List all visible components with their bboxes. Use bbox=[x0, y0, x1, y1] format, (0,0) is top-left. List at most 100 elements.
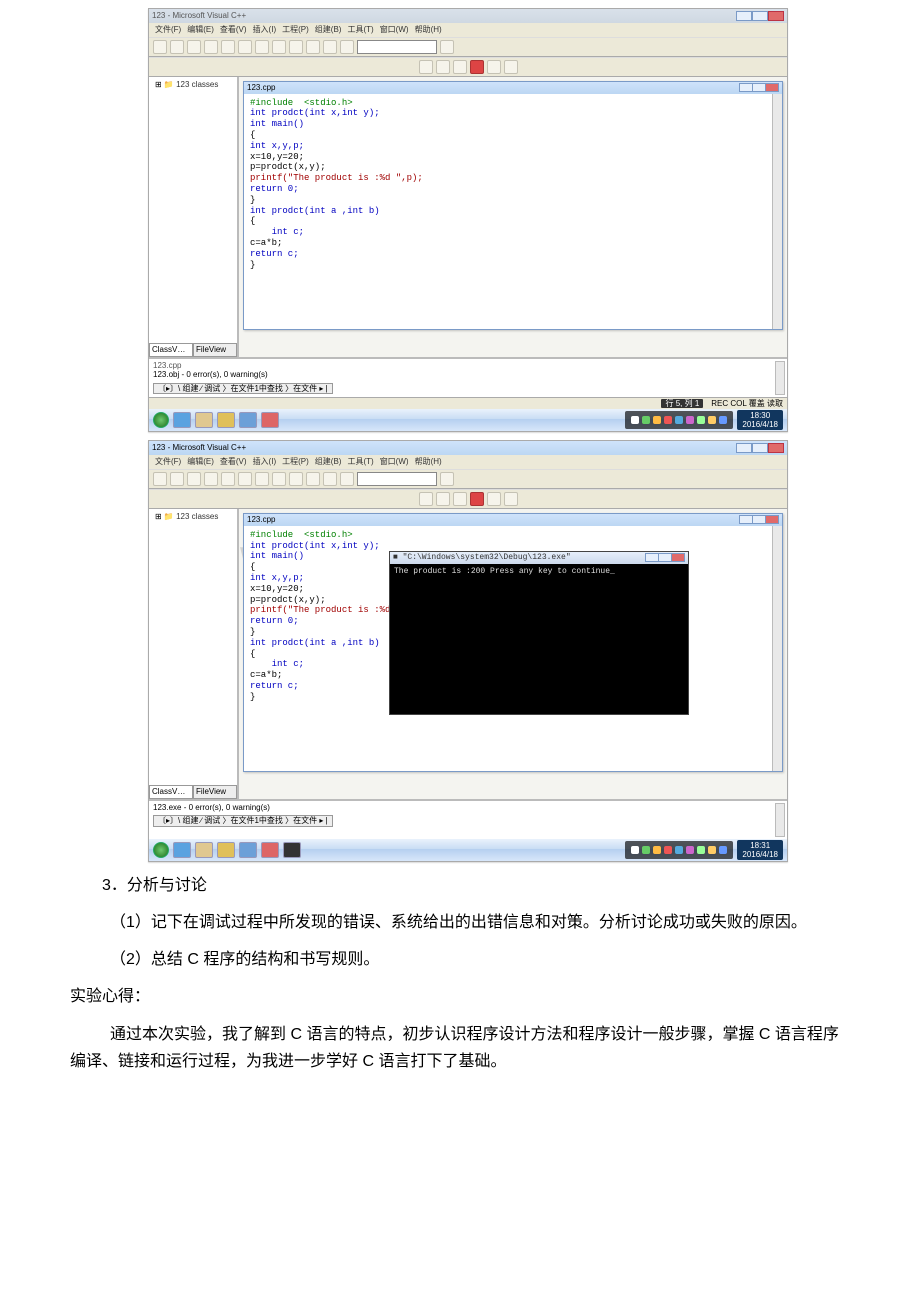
editor-close-icon[interactable] bbox=[765, 515, 779, 524]
tool-copy-icon[interactable] bbox=[238, 472, 252, 486]
tray-icon[interactable] bbox=[664, 416, 672, 424]
tool-redo-icon[interactable] bbox=[289, 472, 303, 486]
tool-new-icon[interactable] bbox=[153, 472, 167, 486]
maximize-icon[interactable] bbox=[752, 11, 768, 21]
menu-help[interactable]: 帮助(H) bbox=[415, 25, 442, 35]
build-compile-icon[interactable] bbox=[419, 60, 433, 74]
build-run-icon[interactable] bbox=[470, 492, 484, 506]
tool-ws-icon[interactable] bbox=[340, 472, 354, 486]
build-stop-icon[interactable] bbox=[453, 492, 467, 506]
taskbar-clock[interactable]: 18:31 2016/4/18 bbox=[737, 840, 783, 860]
menu-project[interactable]: 工程(P) bbox=[282, 457, 309, 467]
task-word-icon[interactable] bbox=[239, 842, 257, 858]
console-max-icon[interactable] bbox=[658, 553, 672, 562]
editor-min-icon[interactable] bbox=[739, 83, 753, 92]
menu-build[interactable]: 组建(B) bbox=[315, 25, 342, 35]
tray-icon[interactable] bbox=[653, 416, 661, 424]
tray-icon[interactable] bbox=[642, 416, 650, 424]
workspace-tree[interactable]: ⊞ 📁 123 classes bbox=[151, 512, 235, 522]
tray-icon[interactable] bbox=[675, 846, 683, 854]
build-run-icon[interactable] bbox=[470, 60, 484, 74]
workspace-tree[interactable]: ⊞ 📁 123 classes bbox=[151, 80, 235, 90]
tool-bookmark-icon[interactable] bbox=[323, 40, 337, 54]
tool-redo-icon[interactable] bbox=[289, 40, 303, 54]
build-break-icon[interactable] bbox=[504, 60, 518, 74]
editor-close-icon[interactable] bbox=[765, 83, 779, 92]
menu-help[interactable]: 帮助(H) bbox=[415, 457, 442, 467]
output-tabs-label[interactable]: 〔▸〕\ 组建 ∕ 调试 〉在文件1中查找 〉在文件 ▸ | bbox=[153, 815, 333, 827]
code-editor[interactable]: #include <stdio.h> int prodct(int x,int … bbox=[244, 94, 782, 329]
tray-icon[interactable] bbox=[664, 846, 672, 854]
menu-edit[interactable]: 编辑(E) bbox=[187, 457, 214, 467]
tool-paste-icon[interactable] bbox=[255, 40, 269, 54]
menu-window[interactable]: 窗口(W) bbox=[380, 25, 409, 35]
menu-tools[interactable]: 工具(T) bbox=[347, 25, 373, 35]
editor-min-icon[interactable] bbox=[739, 515, 753, 524]
tool-combo[interactable] bbox=[357, 40, 437, 54]
menu-window[interactable]: 窗口(W) bbox=[380, 457, 409, 467]
tool-find-icon[interactable] bbox=[306, 40, 320, 54]
tool-new-icon[interactable] bbox=[153, 40, 167, 54]
build-compile-icon[interactable] bbox=[419, 492, 433, 506]
tray-icon[interactable] bbox=[686, 846, 694, 854]
tray-icon[interactable] bbox=[631, 846, 639, 854]
task-word-icon[interactable] bbox=[239, 412, 257, 428]
tray-icon[interactable] bbox=[708, 416, 716, 424]
close-icon[interactable] bbox=[768, 11, 784, 21]
tray-icon[interactable] bbox=[708, 846, 716, 854]
build-break-icon[interactable] bbox=[504, 492, 518, 506]
task-folder-icon[interactable] bbox=[217, 842, 235, 858]
tray-icon[interactable] bbox=[697, 846, 705, 854]
output-scrollbar[interactable] bbox=[775, 361, 785, 395]
tray-icon[interactable] bbox=[686, 416, 694, 424]
menu-project[interactable]: 工程(P) bbox=[282, 25, 309, 35]
tool-saveall-icon[interactable] bbox=[204, 40, 218, 54]
maximize-icon[interactable] bbox=[752, 443, 768, 453]
editor-max-icon[interactable] bbox=[752, 83, 766, 92]
tray-icon[interactable] bbox=[719, 416, 727, 424]
menu-tools[interactable]: 工具(T) bbox=[347, 457, 373, 467]
tab-classview[interactable]: ClassV… bbox=[149, 785, 193, 799]
tool-open-icon[interactable] bbox=[170, 40, 184, 54]
minimize-icon[interactable] bbox=[736, 443, 752, 453]
menu-build[interactable]: 组建(B) bbox=[315, 457, 342, 467]
task-ie-icon[interactable] bbox=[173, 842, 191, 858]
tool-copy-icon[interactable] bbox=[238, 40, 252, 54]
tray-icon[interactable] bbox=[675, 416, 683, 424]
tray-icon[interactable] bbox=[653, 846, 661, 854]
task-explorer-icon[interactable] bbox=[195, 412, 213, 428]
tab-fileview[interactable]: FileView bbox=[193, 785, 237, 799]
tool-cut-icon[interactable] bbox=[221, 40, 235, 54]
tray-icon[interactable] bbox=[631, 416, 639, 424]
build-build-icon[interactable] bbox=[436, 60, 450, 74]
console-min-icon[interactable] bbox=[645, 553, 659, 562]
task-explorer-icon[interactable] bbox=[195, 842, 213, 858]
tool-save-icon[interactable] bbox=[187, 40, 201, 54]
menu-view[interactable]: 查看(V) bbox=[220, 457, 247, 467]
tab-classview[interactable]: ClassV… bbox=[149, 343, 193, 357]
start-button-icon[interactable] bbox=[153, 842, 169, 858]
menu-insert[interactable]: 插入(I) bbox=[253, 457, 277, 467]
tool-cut-icon[interactable] bbox=[221, 472, 235, 486]
menu-view[interactable]: 查看(V) bbox=[220, 25, 247, 35]
close-icon[interactable] bbox=[768, 443, 784, 453]
tray-icon[interactable] bbox=[697, 416, 705, 424]
tray-icon[interactable] bbox=[642, 846, 650, 854]
tool-undo-icon[interactable] bbox=[272, 40, 286, 54]
menu-file[interactable]: 文件(F) bbox=[155, 457, 181, 467]
tool-saveall-icon[interactable] bbox=[204, 472, 218, 486]
tool-save-icon[interactable] bbox=[187, 472, 201, 486]
tool-find2-icon[interactable] bbox=[440, 472, 454, 486]
editor-max-icon[interactable] bbox=[752, 515, 766, 524]
build-go-icon[interactable] bbox=[487, 60, 501, 74]
task-folder-icon[interactable] bbox=[217, 412, 235, 428]
start-button-icon[interactable] bbox=[153, 412, 169, 428]
tool-undo-icon[interactable] bbox=[272, 472, 286, 486]
console-close-icon[interactable] bbox=[671, 553, 685, 562]
editor-scrollbar[interactable] bbox=[772, 526, 782, 771]
editor-scrollbar[interactable] bbox=[772, 94, 782, 329]
task-ie-icon[interactable] bbox=[173, 412, 191, 428]
taskbar-clock[interactable]: 18:30 2016/4/18 bbox=[737, 410, 783, 430]
menu-file[interactable]: 文件(F) bbox=[155, 25, 181, 35]
build-stop-icon[interactable] bbox=[453, 60, 467, 74]
